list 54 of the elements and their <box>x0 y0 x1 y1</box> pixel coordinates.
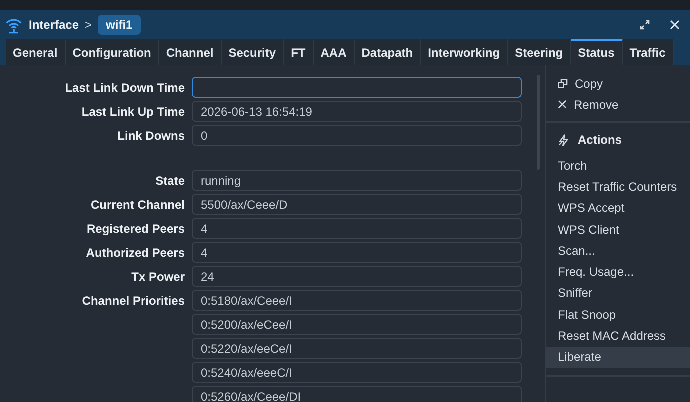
breadcrumb-separator: > <box>85 18 92 32</box>
input-field[interactable]: 4 <box>192 242 522 263</box>
action-item[interactable]: Reset MAC Address <box>546 325 690 347</box>
tab[interactable]: Configuration <box>66 39 160 65</box>
input-field[interactable]: 5500/ax/Ceee/D <box>192 194 522 215</box>
action-item[interactable]: Torch <box>546 155 690 176</box>
field-label: Channel Priorities <box>81 294 185 308</box>
field-label: Registered Peers <box>86 222 185 236</box>
window-title: wifi1 <box>98 14 141 34</box>
input-field[interactable]: 24 <box>192 266 522 287</box>
action-item[interactable]: Freq. Usage... <box>546 261 690 283</box>
action-item[interactable]: Sniffer <box>546 282 690 304</box>
tab[interactable]: Traffic <box>622 39 674 65</box>
copy-button[interactable]: Copy <box>546 73 690 94</box>
input-field[interactable]: 0 <box>192 125 522 146</box>
lightning-icon <box>558 134 570 146</box>
remove-button[interactable]: Remove <box>546 94 690 115</box>
close-icon <box>558 100 567 109</box>
copy-icon <box>558 78 568 88</box>
expand-icon[interactable] <box>640 20 650 30</box>
input-field[interactable]: 4 <box>192 218 522 239</box>
input-field[interactable]: 0:5260/ax/Ceee/DI <box>192 386 522 402</box>
input-field[interactable]: 0:5220/ax/eeCe/I <box>192 338 522 359</box>
field-label: Last Link Up Time <box>80 104 185 118</box>
field-label: Link Downs <box>116 128 185 142</box>
action-item[interactable]: Liberate <box>546 346 690 368</box>
tab[interactable]: General <box>6 39 66 65</box>
action-item[interactable]: WPS Client <box>546 218 690 240</box>
tab[interactable]: Steering <box>508 39 572 65</box>
field-label: Last Link Down Time <box>64 80 185 94</box>
input-field[interactable]: 0:5200/ax/eCee/I <box>192 314 522 335</box>
tab[interactable]: Datapath <box>354 39 422 65</box>
input-field[interactable] <box>192 77 522 98</box>
breadcrumb-link[interactable]: Interface <box>29 18 80 32</box>
close-icon[interactable] <box>670 20 680 30</box>
tab[interactable]: AAA <box>314 39 355 65</box>
tab[interactable]: FT <box>284 39 314 65</box>
field-label: Tx Power <box>130 270 185 284</box>
field-label: Current Channel <box>90 198 185 212</box>
input-field[interactable]: 0:5240/ax/eeeC/I <box>192 362 522 383</box>
action-item[interactable]: Flat Snoop <box>546 304 690 326</box>
action-item[interactable]: Reset Traffic Counters <box>546 176 690 198</box>
section-title: Actions <box>578 133 622 147</box>
input-field[interactable]: 0:5180/ax/Ceee/I <box>192 290 522 311</box>
field-label: Authorized Peers <box>85 246 185 260</box>
action-item[interactable]: Scan... <box>546 240 690 262</box>
tab[interactable]: Channel <box>159 39 222 65</box>
tab[interactable]: Interworking <box>421 39 508 65</box>
input-field[interactable]: running <box>192 170 522 191</box>
input-field[interactable]: 2026-06-13 16:54:19 <box>192 101 522 122</box>
tab[interactable]: Status <box>571 39 623 65</box>
tab[interactable]: Security <box>222 39 284 65</box>
action-item[interactable]: WPS Accept <box>546 198 690 219</box>
field-label: State <box>154 174 185 188</box>
